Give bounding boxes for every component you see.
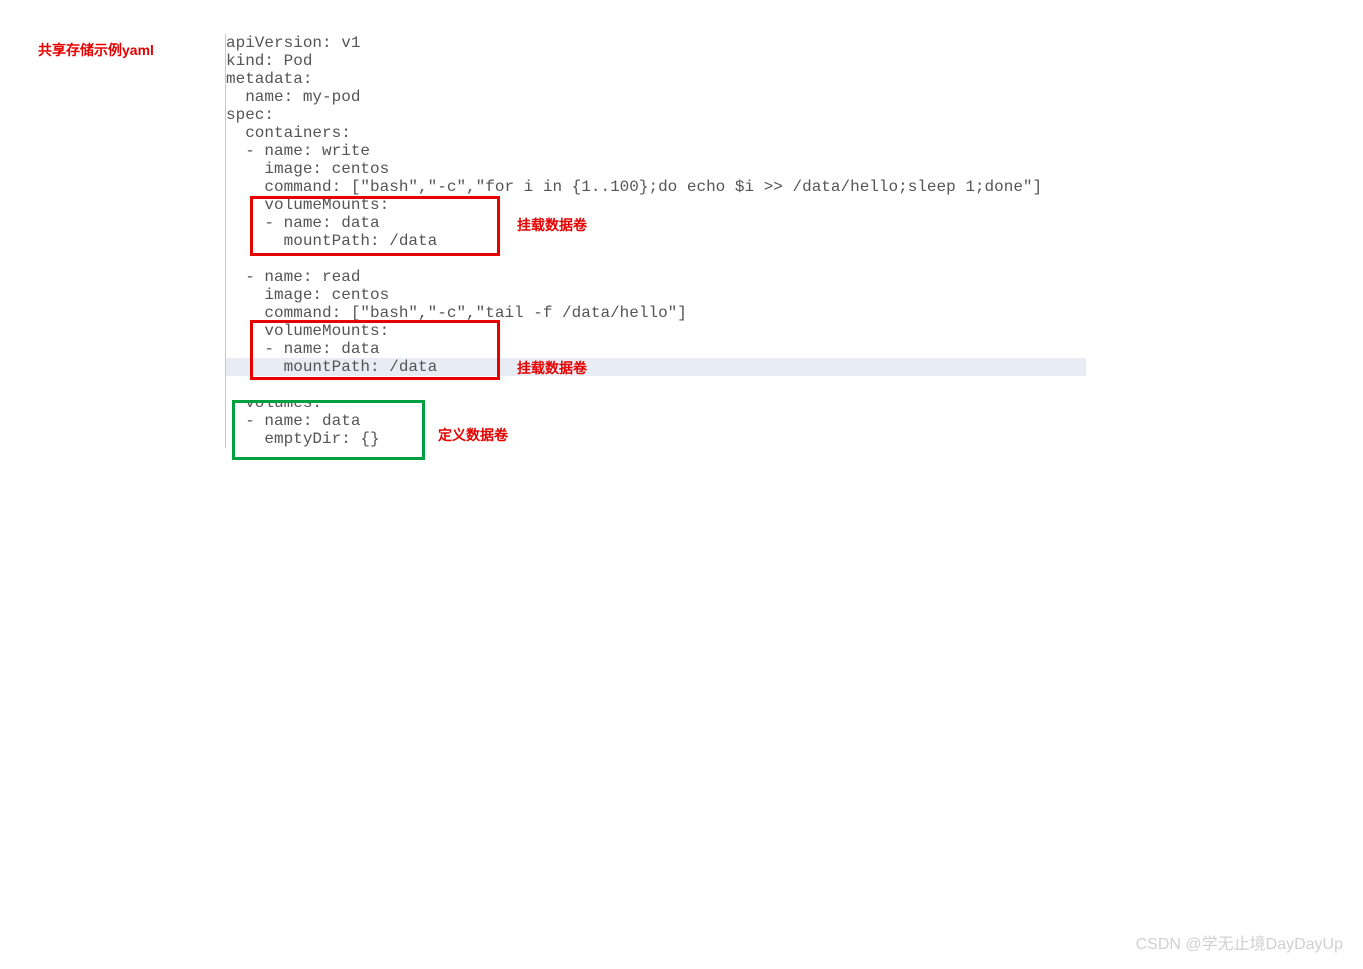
highlight-box-volumes [232,400,425,460]
code-line: image: centos [226,286,1086,304]
code-line: kind: Pod [226,52,1086,70]
code-line: image: centos [226,160,1086,178]
code-line: name: my-pod [226,88,1086,106]
annotation-mount-2: 挂载数据卷 [517,358,587,378]
code-line: containers: [226,124,1086,142]
annotation-mount-1: 挂载数据卷 [517,215,587,235]
title-label: 共享存储示例yaml [38,40,154,60]
spacer-band [226,378,1106,400]
highlight-box-volumemounts-1 [250,196,500,256]
code-line: metadata: [226,70,1086,88]
code-line: - name: write [226,142,1086,160]
code-line: command: ["bash","-c","for i in {1..100}… [226,178,1086,196]
annotation-define: 定义数据卷 [438,425,508,445]
highlight-box-volumemounts-2 [250,320,500,380]
code-line: spec: [226,106,1086,124]
code-line: - name: read [226,268,1086,286]
code-line: apiVersion: v1 [226,34,1086,52]
watermark: CSDN @学无止境DayDayUp [1136,930,1343,954]
